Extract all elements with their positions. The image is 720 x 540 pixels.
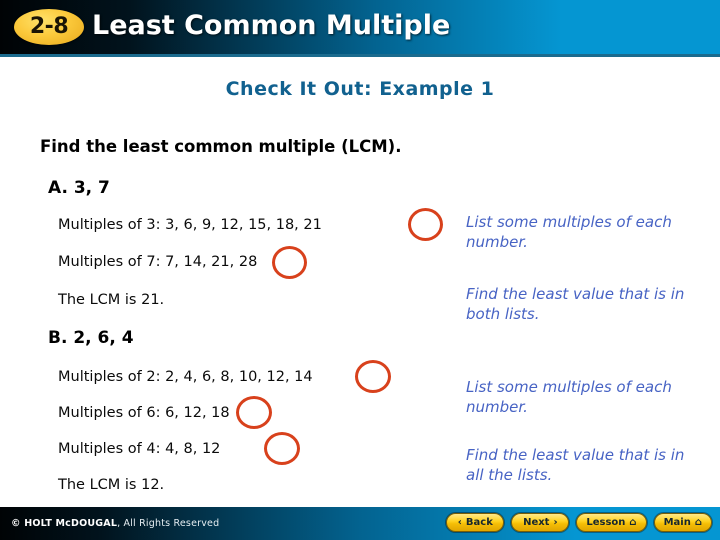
copyright-publisher: © HOLT McDOUGAL bbox=[11, 518, 118, 529]
highlight-circle-12-line3 bbox=[264, 432, 300, 465]
copyright-text: © HOLT McDOUGAL, All Rights Reserved bbox=[11, 518, 219, 529]
highlight-circle-21-line2 bbox=[272, 246, 307, 279]
chevron-left-icon: ‹ bbox=[457, 516, 462, 528]
lesson-button[interactable]: Lesson ⌂ bbox=[576, 513, 647, 532]
back-button-label: Back bbox=[465, 516, 493, 528]
annotation-list-multiples-b: List some multiples of each number. bbox=[466, 378, 672, 417]
example-title: Check It Out: Example 1 bbox=[225, 78, 495, 100]
part-a-multiples-line-2: Multiples of 7: 7, 14, 21, 28 bbox=[58, 254, 258, 270]
highlight-circle-21-line1 bbox=[408, 208, 443, 241]
lesson-number-badge: 2-8 bbox=[14, 9, 84, 45]
next-button[interactable]: Next › bbox=[511, 513, 570, 532]
home-icon-lesson: ⌂ bbox=[629, 516, 637, 528]
part-a-result: The LCM is 21. bbox=[58, 292, 165, 308]
slide-header: 2-8 Least Common Multiple bbox=[0, 0, 720, 57]
annotation-list-multiples-a: List some multiples of each number. bbox=[466, 213, 672, 252]
back-button[interactable]: ‹ Back bbox=[446, 513, 505, 532]
part-a-multiples-line-1: Multiples of 3: 3, 6, 9, 12, 15, 18, 21 bbox=[58, 217, 322, 233]
main-button[interactable]: Main ⌂ bbox=[653, 513, 712, 532]
part-b-multiples-line-1: Multiples of 2: 2, 4, 6, 8, 10, 12, 14 bbox=[58, 369, 313, 385]
annotation-least-value-both: Find the least value that is in both lis… bbox=[466, 285, 685, 324]
lesson-title: Least Common Multiple bbox=[92, 10, 451, 41]
chevron-right-icon: › bbox=[553, 516, 558, 528]
part-a-label: A. 3, 7 bbox=[48, 178, 110, 198]
next-button-label: Next bbox=[523, 516, 550, 528]
lesson-number-text: 2-8 bbox=[29, 14, 69, 39]
annotation-least-value-all: Find the least value that is in all the … bbox=[466, 446, 685, 485]
part-b-multiples-line-2: Multiples of 6: 6, 12, 18 bbox=[58, 405, 230, 421]
home-icon-main: ⌂ bbox=[694, 516, 702, 528]
instruction-prompt: Find the least common multiple (LCM). bbox=[40, 137, 402, 156]
slide-footer: © HOLT McDOUGAL, All Rights Reserved ‹ B… bbox=[0, 507, 720, 540]
navigation-bar: ‹ Back Next › Lesson ⌂ Main ⌂ bbox=[446, 513, 712, 532]
part-b-result: The LCM is 12. bbox=[58, 477, 165, 493]
highlight-circle-12-line2 bbox=[236, 396, 272, 429]
lesson-button-label: Lesson bbox=[586, 516, 626, 528]
part-b-multiples-line-3: Multiples of 4: 4, 8, 12 bbox=[58, 441, 221, 457]
main-button-label: Main bbox=[663, 516, 691, 528]
part-b-label: B. 2, 6, 4 bbox=[48, 328, 134, 348]
copyright-rights: , All Rights Reserved bbox=[117, 518, 220, 529]
highlight-circle-12-line1 bbox=[355, 360, 391, 393]
slide-body: Check It Out: Example 1 Find the least c… bbox=[0, 57, 720, 507]
